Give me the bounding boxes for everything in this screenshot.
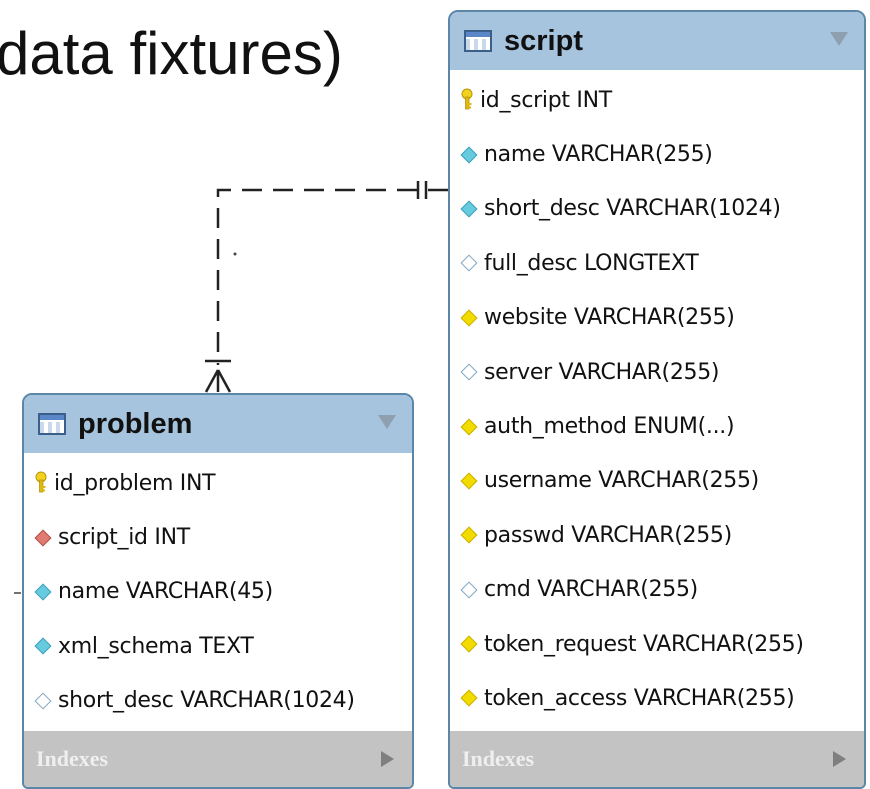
- column-list: id_problem INT script_id INT name VARCHAR(…: [24, 453, 412, 728]
- column-row[interactable]: short_desc VARCHAR(1024): [450, 182, 864, 236]
- column-row[interactable]: website VARCHAR(255): [450, 291, 864, 345]
- table-name: script: [504, 24, 583, 57]
- white-diamond-icon: [34, 692, 52, 710]
- column-row[interactable]: xml_schema TEXT: [24, 619, 412, 673]
- table-header-script[interactable]: script: [450, 12, 864, 70]
- column-definition: token_request VARCHAR(255): [484, 631, 804, 657]
- yellow-diamond-icon: [460, 418, 478, 436]
- column-row[interactable]: full_desc LONGTEXT: [450, 236, 864, 290]
- white-diamond-icon: [460, 581, 478, 599]
- column-definition: script_id INT: [58, 525, 190, 551]
- primary-key-icon: [34, 471, 48, 495]
- column-row[interactable]: cmd VARCHAR(255): [450, 563, 864, 617]
- column-definition: id_script INT: [480, 87, 612, 113]
- expand-arrow-icon[interactable]: [833, 751, 846, 767]
- column-definition: full_desc LONGTEXT: [484, 250, 699, 276]
- column-definition: name VARCHAR(255): [484, 142, 713, 168]
- column-row[interactable]: passwd VARCHAR(255): [450, 508, 864, 562]
- column-row[interactable]: short_desc VARCHAR(1024): [24, 674, 412, 728]
- expand-arrow-icon[interactable]: [381, 751, 394, 767]
- cyan-diamond-icon: [460, 200, 478, 218]
- yellow-diamond-icon: [460, 472, 478, 490]
- yellow-diamond-icon: [460, 526, 478, 544]
- indexes-bar[interactable]: Indexes: [450, 731, 864, 787]
- stray-dot: [233, 252, 237, 256]
- primary-key-icon: [460, 88, 474, 112]
- yellow-diamond-icon: [460, 635, 478, 653]
- red-diamond-icon: [34, 529, 52, 547]
- column-definition: username VARCHAR(255): [484, 468, 759, 494]
- indexes-label: Indexes: [462, 746, 535, 771]
- table-header-problem[interactable]: problem: [24, 395, 412, 453]
- cyan-diamond-icon: [34, 583, 52, 601]
- column-row[interactable]: name VARCHAR(255): [450, 127, 864, 181]
- indexes-label: Indexes: [36, 746, 109, 771]
- one-mandatory-marker: [416, 181, 428, 199]
- table-script[interactable]: script id_script INT name VARCHAR(255) sho…: [448, 10, 866, 789]
- column-definition: auth_method ENUM(...): [484, 414, 735, 440]
- column-definition: xml_schema TEXT: [58, 633, 254, 659]
- column-definition: id_problem INT: [54, 470, 216, 496]
- column-definition: cmd VARCHAR(255): [484, 577, 698, 603]
- many-crowfoot-marker: [204, 359, 232, 393]
- table-problem[interactable]: problem id_problem INT script_id INT name …: [22, 393, 414, 789]
- column-row[interactable]: id_script INT: [450, 73, 864, 127]
- table-name: problem: [78, 407, 193, 440]
- column-list: id_script INT name VARCHAR(255) short_desc…: [450, 70, 864, 726]
- column-row[interactable]: server VARCHAR(255): [450, 345, 864, 399]
- relationship-line: [216, 188, 448, 365]
- column-row[interactable]: token_request VARCHAR(255): [450, 617, 864, 671]
- white-diamond-icon: [460, 254, 478, 272]
- column-row[interactable]: token_access VARCHAR(255): [450, 671, 864, 725]
- white-diamond-icon: [460, 363, 478, 381]
- column-row[interactable]: auth_method ENUM(...): [450, 399, 864, 453]
- cyan-diamond-icon: [34, 637, 52, 655]
- column-definition: passwd VARCHAR(255): [484, 522, 732, 548]
- column-definition: token_access VARCHAR(255): [484, 685, 795, 711]
- column-row[interactable]: username VARCHAR(255): [450, 454, 864, 508]
- column-definition: short_desc VARCHAR(1024): [484, 196, 781, 222]
- column-definition: short_desc VARCHAR(1024): [58, 688, 355, 714]
- collapse-arrow-icon[interactable]: [830, 32, 848, 46]
- collapse-arrow-icon[interactable]: [378, 415, 396, 429]
- column-definition: server VARCHAR(255): [484, 359, 720, 385]
- table-icon: [38, 413, 66, 435]
- indexes-bar[interactable]: Indexes: [24, 731, 412, 787]
- column-row[interactable]: script_id INT: [24, 510, 412, 564]
- table-icon: [464, 30, 492, 52]
- yellow-diamond-icon: [460, 689, 478, 707]
- cyan-diamond-icon: [460, 146, 478, 164]
- column-definition: name VARCHAR(45): [58, 579, 273, 605]
- column-definition: website VARCHAR(255): [484, 305, 735, 331]
- column-row[interactable]: name VARCHAR(45): [24, 565, 412, 619]
- column-row[interactable]: id_problem INT: [24, 456, 412, 510]
- yellow-diamond-icon: [460, 309, 478, 327]
